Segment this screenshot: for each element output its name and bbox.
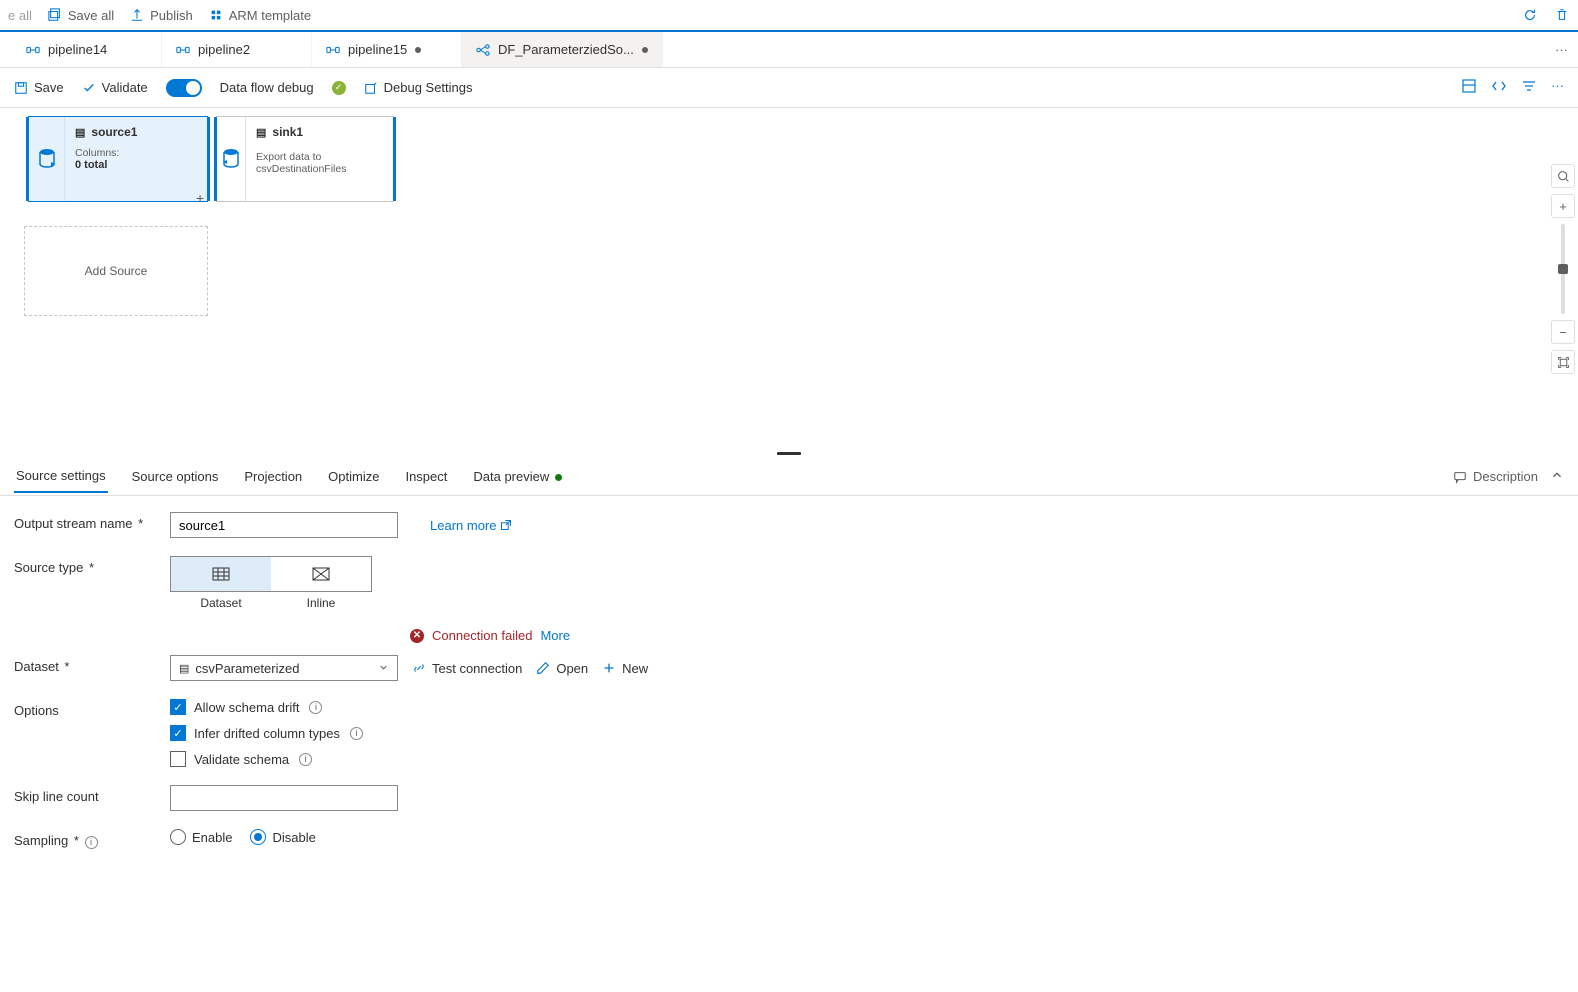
- publish-button[interactable]: Publish: [130, 8, 193, 23]
- search-canvas-button[interactable]: [1551, 164, 1575, 188]
- publish-icon: [130, 8, 144, 22]
- validate-schema-checkbox[interactable]: Validate schema i: [170, 751, 363, 767]
- tab-pipeline2[interactable]: pipeline2: [162, 32, 312, 67]
- info-icon[interactable]: i: [350, 727, 363, 740]
- sink-name: sink1: [272, 125, 303, 139]
- output-name-label: Output stream name *: [14, 512, 170, 531]
- debug-status-icon: ✓: [332, 81, 346, 95]
- tab-dataflow[interactable]: DF_ParameterziedSo...: [462, 32, 663, 67]
- edit-icon: [536, 661, 550, 675]
- fit-view-button[interactable]: [1551, 350, 1575, 374]
- comment-icon: [1453, 470, 1467, 484]
- sampling-label: Sampling * i: [14, 829, 170, 849]
- tab-projection[interactable]: Projection: [242, 461, 304, 492]
- tab-pipeline15[interactable]: pipeline15: [312, 32, 462, 67]
- tab-inspect[interactable]: Inspect: [403, 461, 449, 492]
- output-name-input[interactable]: [170, 512, 398, 538]
- dirty-dot: [415, 47, 421, 53]
- debug-toggle[interactable]: [166, 79, 202, 97]
- source-type-label: Source type *: [14, 556, 170, 575]
- info-icon[interactable]: i: [299, 753, 312, 766]
- open-button[interactable]: Open: [536, 661, 588, 676]
- validate-button[interactable]: Validate: [82, 80, 148, 95]
- delete-icon[interactable]: [1554, 8, 1570, 22]
- learn-more-link[interactable]: Learn more: [430, 518, 512, 533]
- tab-optimize[interactable]: Optimize: [326, 461, 381, 492]
- info-icon[interactable]: i: [85, 836, 98, 849]
- connection-icon: [412, 661, 426, 675]
- add-transformation-button[interactable]: +: [196, 190, 212, 206]
- source-type-dataset[interactable]: [171, 557, 271, 591]
- tab-label: pipeline2: [198, 42, 250, 57]
- tab-data-preview[interactable]: Data preview: [471, 461, 564, 492]
- df-save-button[interactable]: Save: [14, 80, 64, 95]
- dataflow-icon: [476, 43, 490, 57]
- plus-icon: [602, 661, 616, 675]
- allow-schema-drift-checkbox[interactable]: ✓ Allow schema drift i: [170, 699, 363, 715]
- arm-template-button[interactable]: ARM template: [209, 8, 311, 23]
- add-source-button[interactable]: Add Source: [24, 226, 208, 316]
- options-label: Options: [14, 699, 170, 718]
- collapse-panel-button[interactable]: [1550, 468, 1564, 485]
- debug-settings-button[interactable]: Debug Settings: [364, 80, 473, 95]
- tabs-more-button[interactable]: ···: [1545, 32, 1578, 67]
- tab-label: DF_ParameterziedSo...: [498, 42, 634, 57]
- settings-icon: [364, 81, 378, 95]
- columns-label: Columns:: [75, 147, 137, 159]
- database-icon: [29, 117, 65, 201]
- zoom-slider[interactable]: [1561, 224, 1565, 314]
- tab-source-options[interactable]: Source options: [130, 461, 221, 492]
- info-icon[interactable]: i: [309, 701, 322, 714]
- tab-label: pipeline14: [48, 42, 107, 57]
- dataset-select[interactable]: ▤csvParameterized: [170, 655, 398, 681]
- sink-node[interactable]: ▤ sink1 Export data to csvDestinationFil…: [216, 116, 394, 202]
- save-icon: [14, 81, 28, 95]
- tab-pipeline14[interactable]: pipeline14: [12, 32, 162, 67]
- more-icon[interactable]: ···: [1551, 78, 1564, 97]
- error-icon: ✕: [410, 629, 424, 643]
- seg-dataset-label: Dataset: [171, 596, 271, 610]
- refresh-icon[interactable]: [1522, 8, 1538, 22]
- debug-label: Data flow debug: [220, 80, 314, 95]
- dirty-dot: [642, 47, 648, 53]
- save-all-button[interactable]: Save all: [48, 8, 114, 23]
- arm-icon: [209, 8, 223, 22]
- tab-label: pipeline15: [348, 42, 407, 57]
- database-icon: [217, 117, 246, 201]
- pipeline-icon: [326, 43, 340, 57]
- description-button[interactable]: Description: [1453, 469, 1538, 484]
- skip-line-label: Skip line count: [14, 785, 170, 804]
- error-text: Connection failed: [432, 628, 532, 643]
- sampling-enable-radio[interactable]: Enable: [170, 829, 232, 845]
- columns-value: 0 total: [75, 159, 137, 171]
- filter-icon[interactable]: [1521, 78, 1537, 97]
- layout-icon[interactable]: [1461, 78, 1477, 97]
- save-all-icon: [48, 8, 62, 22]
- source-type-inline[interactable]: [271, 557, 371, 591]
- new-button[interactable]: New: [602, 661, 648, 676]
- source-name: source1: [91, 125, 137, 139]
- check-icon: [82, 81, 96, 95]
- pipeline-icon: [26, 43, 40, 57]
- infer-drifted-checkbox[interactable]: ✓ Infer drifted column types i: [170, 725, 363, 741]
- code-icon[interactable]: [1491, 78, 1507, 97]
- sink-desc: Export data to csvDestinationFiles: [256, 151, 383, 175]
- dataflow-canvas[interactable]: ▤ source1 Columns: 0 total + ▤ sink1 Exp…: [0, 108, 1578, 448]
- seg-inline-label: Inline: [271, 596, 371, 610]
- pipeline-icon: [176, 43, 190, 57]
- preview-indicator: [555, 474, 562, 481]
- zoom-in-button[interactable]: +: [1551, 194, 1575, 218]
- error-more-link[interactable]: More: [540, 628, 570, 643]
- tab-source-settings[interactable]: Source settings: [14, 460, 108, 493]
- panel-resizer[interactable]: [0, 448, 1578, 458]
- test-connection-button[interactable]: Test connection: [412, 661, 522, 676]
- source-node[interactable]: ▤ source1 Columns: 0 total: [28, 116, 208, 202]
- sampling-disable-radio[interactable]: Disable: [250, 829, 315, 845]
- dataset-label: Dataset *: [14, 655, 170, 674]
- skip-line-input[interactable]: [170, 785, 398, 811]
- discard-all-button[interactable]: e all: [8, 8, 32, 23]
- zoom-out-button[interactable]: −: [1551, 320, 1575, 344]
